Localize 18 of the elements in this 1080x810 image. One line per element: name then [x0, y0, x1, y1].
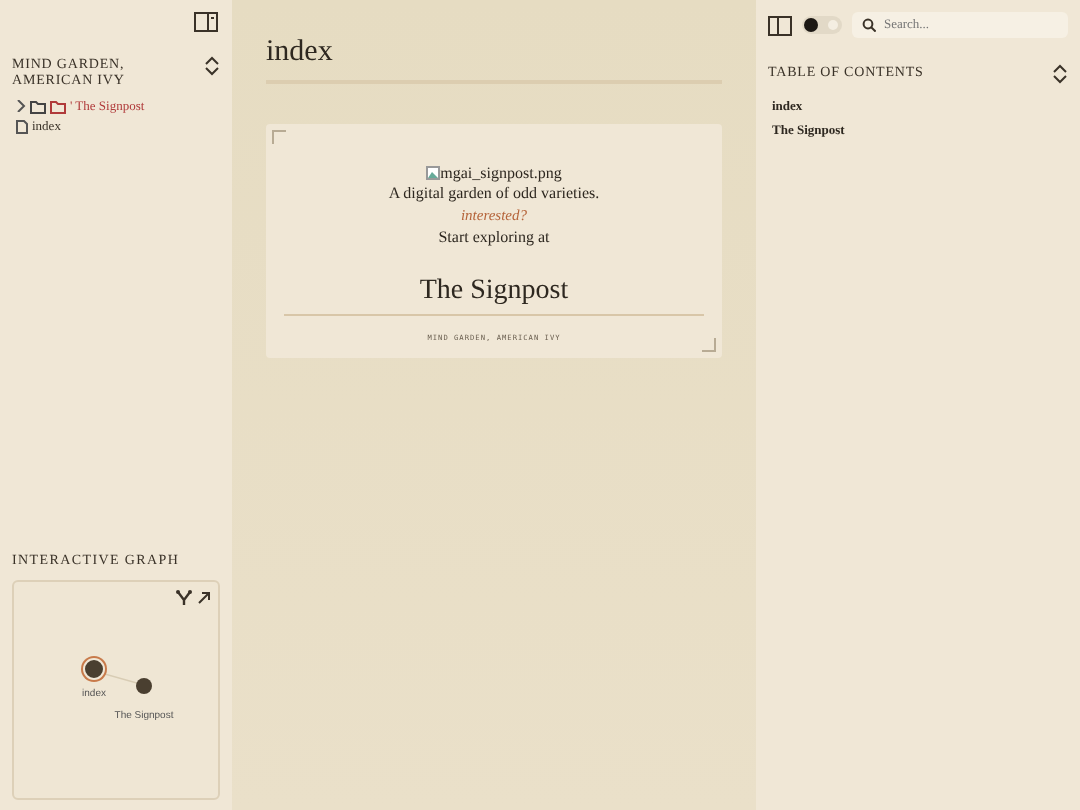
page-title: index — [266, 36, 335, 70]
image-alt-text: mgai_signpost.png — [440, 164, 562, 182]
sidebar-toggle-icon[interactable] — [768, 15, 792, 35]
graph-node[interactable] — [136, 678, 152, 694]
chevron-icon[interactable] — [16, 100, 26, 112]
sidebar-toggle-icon[interactable] — [194, 12, 218, 32]
collapse-icon[interactable] — [204, 56, 220, 76]
graph-node[interactable] — [83, 658, 105, 680]
graph-settings-icon[interactable] — [176, 590, 192, 606]
search-icon — [862, 18, 876, 32]
prompt-text: Start exploring at — [438, 226, 550, 248]
collapse-icon[interactable] — [1052, 64, 1068, 84]
theme-toggle[interactable] — [802, 16, 842, 34]
file-icon — [16, 119, 28, 133]
expand-icon[interactable] — [198, 592, 210, 604]
signpost-heading: The Signpost — [419, 276, 569, 308]
broken-image-icon — [426, 166, 441, 180]
tagline: A digital garden of odd varieties. — [388, 182, 600, 204]
